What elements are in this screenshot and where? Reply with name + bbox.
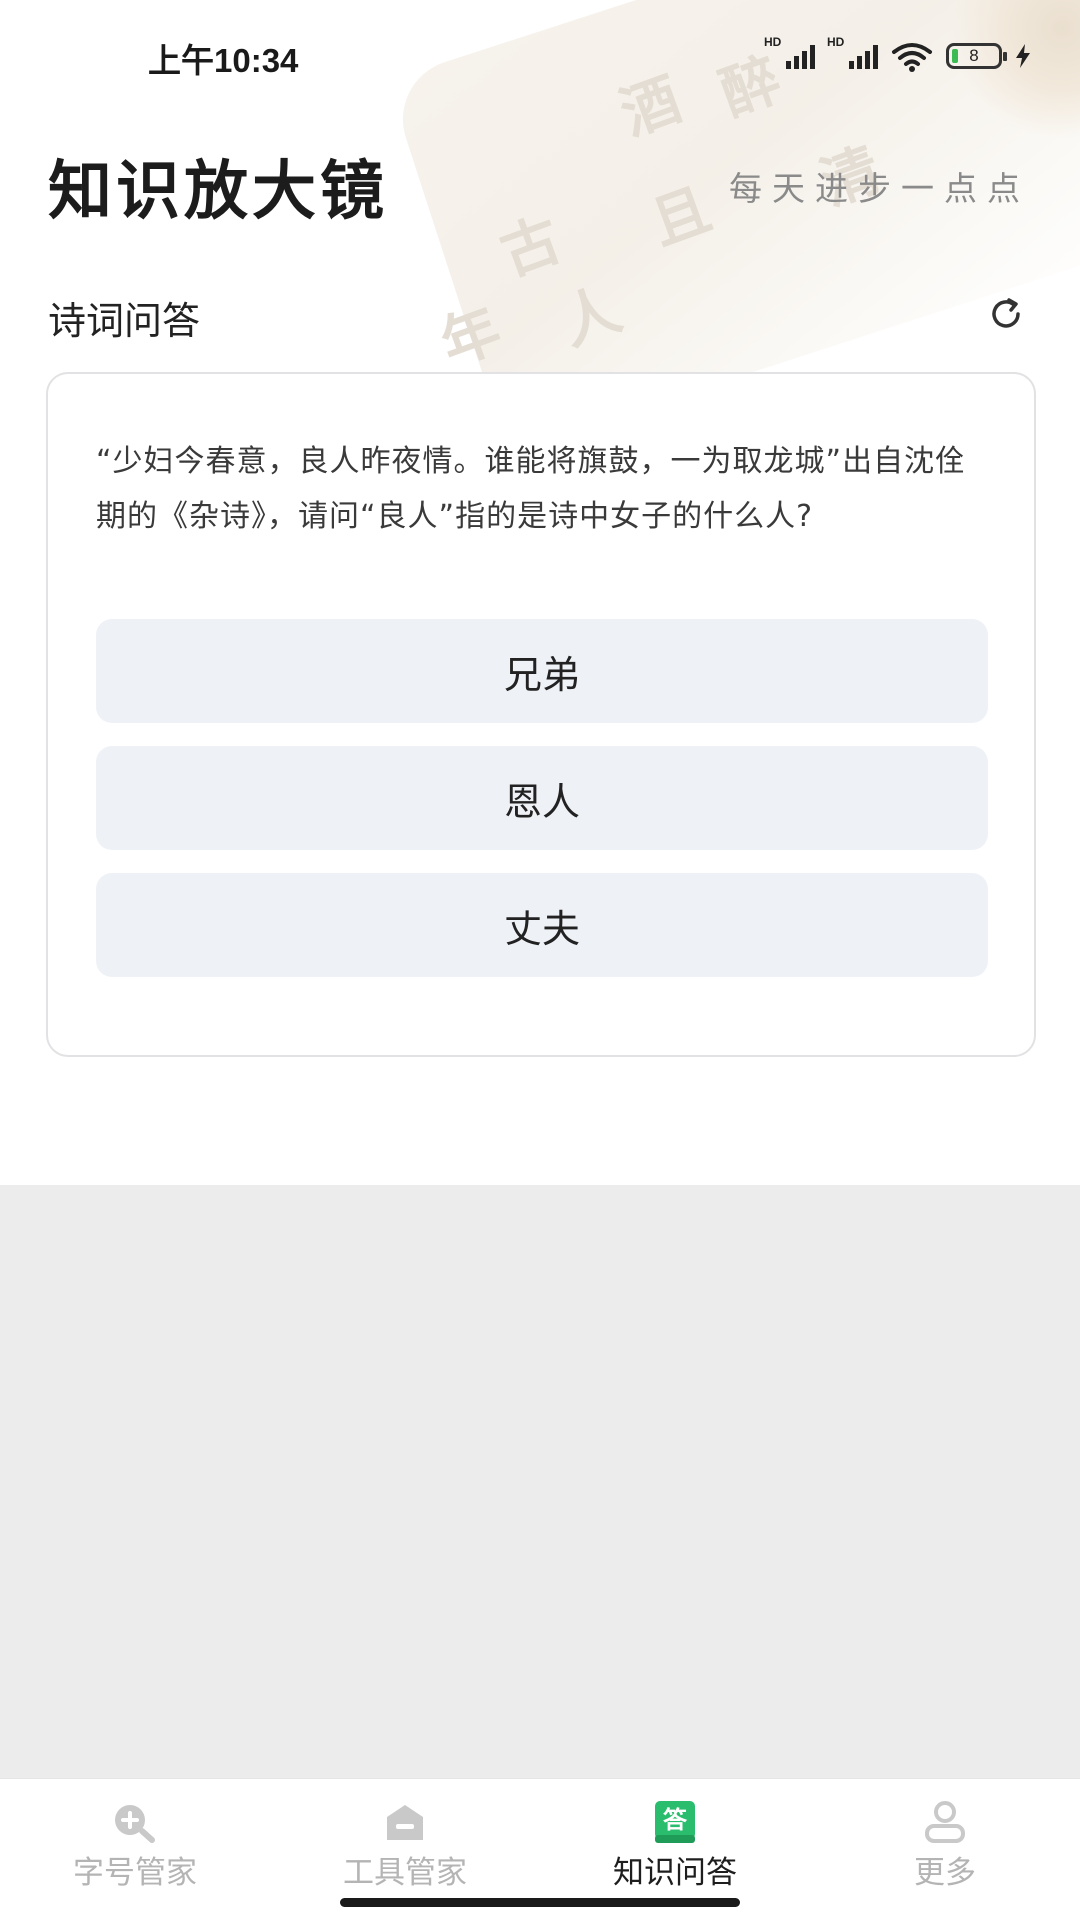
zoom-plus-icon xyxy=(105,1799,165,1845)
battery-level: 8 xyxy=(969,46,979,65)
charging-icon xyxy=(1016,44,1030,68)
signal-label: HD xyxy=(764,35,782,49)
home-indicator[interactable] xyxy=(340,1898,740,1907)
toolbox-icon xyxy=(375,1799,435,1845)
slogan: 每天进步一点点 xyxy=(729,169,1030,208)
quiz-card: “少妇今春意，良人昨夜情。谁能将旗鼓，一为取龙城”出自沈佺期的《杂诗》，请问“良… xyxy=(46,372,1036,1057)
answer-option[interactable]: 兄弟 xyxy=(96,619,988,723)
nav-item-more[interactable]: 更多 xyxy=(810,1779,1080,1920)
person-icon xyxy=(915,1799,975,1845)
nav-label: 工具管家 xyxy=(343,1855,467,1891)
quiz-question: “少妇今春意，良人昨夜情。谁能将旗鼓，一为取龙城”出自沈佺期的《杂诗》，请问“良… xyxy=(96,444,967,534)
refresh-icon xyxy=(992,298,1020,328)
nav-label: 更多 xyxy=(914,1855,976,1891)
section-title: 诗词问答 xyxy=(48,299,201,343)
answer-book-icon: 答 xyxy=(645,1799,705,1845)
page-title: 知识放大镜 xyxy=(48,155,388,229)
wifi-icon xyxy=(892,43,932,72)
status-bar: 上午10:34 HD HD 8 xyxy=(0,0,1080,110)
nav-label: 知识问答 xyxy=(613,1855,737,1891)
answer-option[interactable]: 恩人 xyxy=(96,746,988,850)
nav-item-font-size[interactable]: 字号管家 xyxy=(0,1779,270,1920)
refresh-button[interactable] xyxy=(986,294,1026,334)
battery-icon: 8 xyxy=(946,43,1007,69)
nav-label: 字号管家 xyxy=(73,1855,197,1891)
status-time: 上午10:34 xyxy=(148,42,299,79)
signal-icon: HD xyxy=(827,35,878,69)
signal-icon: HD xyxy=(764,35,815,69)
svg-text:答: 答 xyxy=(663,1806,688,1834)
status-icons: HD HD 8 xyxy=(764,35,1032,76)
signal-label: HD xyxy=(827,35,845,49)
answer-option[interactable]: 丈夫 xyxy=(96,873,988,977)
